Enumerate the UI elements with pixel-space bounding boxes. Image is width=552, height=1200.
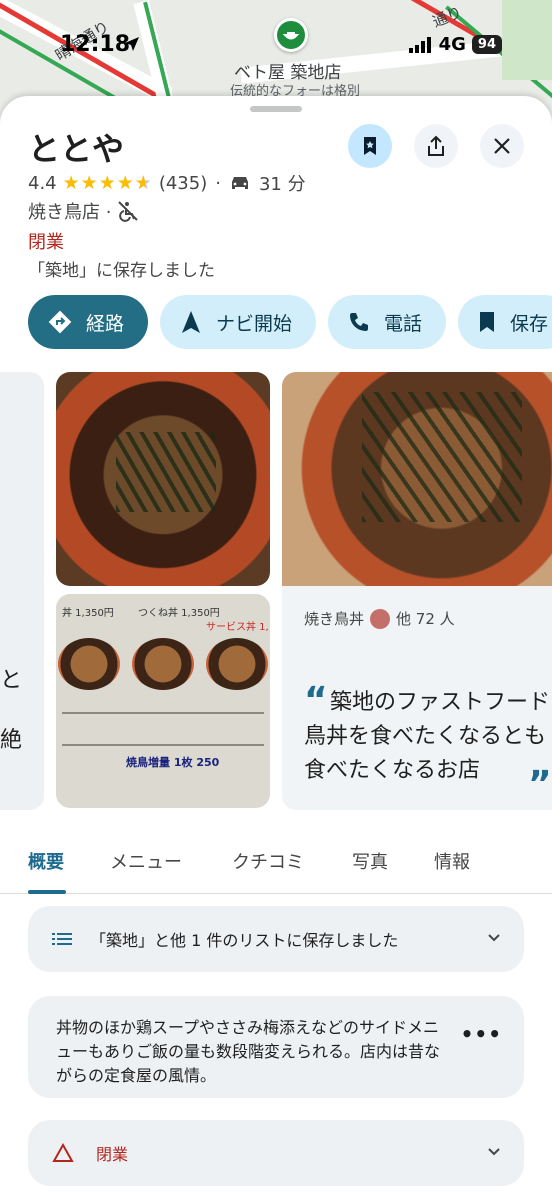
review-dish: 焼き鳥丼: [304, 610, 365, 628]
sheet-drag-handle[interactable]: [250, 106, 302, 112]
menu-line: [62, 712, 264, 714]
menu-item: サービス丼 1,: [206, 622, 269, 633]
menu-item: 丼 1,350円: [62, 608, 114, 619]
save-button[interactable]: [348, 124, 392, 168]
menu-bowl-image: [58, 638, 120, 690]
reviewer-avatar: [370, 608, 391, 629]
category-row: 焼き鳥店 ·: [28, 198, 139, 224]
chevron-down-icon: [488, 934, 500, 942]
navigation-icon: [182, 311, 201, 333]
closed-status: 閉業: [28, 232, 64, 253]
photo-food[interactable]: [56, 372, 270, 586]
directions-label: 経路: [86, 312, 125, 335]
closed-card-text: 閉業: [96, 1145, 129, 1164]
share-button[interactable]: [414, 124, 458, 168]
review-count: (435): [158, 172, 208, 194]
separator-dot: ·: [215, 172, 221, 194]
action-chips: 経路 ナビ開始 電話 保存: [28, 295, 552, 349]
menu-bowl-image: [206, 638, 268, 690]
active-tab-indicator: [28, 890, 66, 894]
review-quote: 築地のファストフード鳥丼を食べたくなるとも食べたくなるお店: [304, 686, 552, 788]
saved-note[interactable]: 「築地」に保存しました: [28, 256, 215, 281]
photo-carousel[interactable]: と 絶 丼 1,350円 つくね丼 1,350円 サービス丼 1, 焼鳥増量 1…: [0, 372, 552, 812]
previous-card-text: と: [0, 668, 23, 693]
save-chip-button[interactable]: 保存: [458, 295, 552, 349]
more-options-icon[interactable]: •••: [461, 1022, 502, 1046]
menu-extra: 焼鳥増量 1枚 250: [126, 756, 220, 769]
battery-level: 94: [471, 35, 502, 54]
tab-photos[interactable]: 写真: [352, 848, 388, 874]
call-button[interactable]: 電話: [328, 295, 447, 349]
review-tag: 焼き鳥丼 他 72 人: [304, 608, 455, 629]
menu-bowl-image: [132, 638, 194, 690]
tab-bar: 概要 メニュー クチコミ 写真 情報: [0, 844, 552, 894]
directions-button[interactable]: 経路: [28, 295, 149, 349]
close-icon: [494, 138, 510, 154]
menu-line: [62, 744, 264, 746]
no-wheelchair-icon: [118, 201, 139, 222]
saved-lists-card[interactable]: 「築地」と他 1 件のリストに保存しました: [28, 906, 524, 972]
navigation-label: ナビ開始: [216, 312, 293, 335]
review-photo: [282, 372, 552, 586]
review-card[interactable]: 焼き鳥丼 他 72 人 “ 築地のファストフード鳥丼を食べたくなるとも食べたくな…: [282, 372, 552, 810]
tab-info[interactable]: 情報: [434, 848, 470, 874]
place-category: 焼き鳥店 ·: [28, 202, 112, 223]
chevron-down-icon: [488, 1148, 500, 1156]
warning-icon: [52, 1143, 74, 1162]
tab-menu[interactable]: メニュー: [110, 848, 182, 874]
directions-icon: [48, 310, 72, 334]
call-label: 電話: [384, 312, 423, 335]
photo-menu-board[interactable]: 丼 1,350円 つくね丼 1,350円 サービス丼 1, 焼鳥増量 1枚 25…: [56, 594, 270, 808]
car-icon: [231, 177, 248, 189]
tab-reviews[interactable]: クチコミ: [232, 848, 304, 874]
previous-card-text: 絶: [0, 728, 23, 753]
review-quote-text: 築地のファストフード鳥丼を食べたくなるとも食べたくなるお店: [304, 690, 551, 783]
network-type: 4G: [438, 34, 466, 55]
location-arrow-icon: [125, 37, 139, 51]
share-icon: [428, 135, 444, 156]
phone-icon: [350, 313, 369, 331]
description-text: 丼物のほか鶏スープやささみ梅添えなどのサイドメニューもありご飯の量も数段階変えら…: [56, 1018, 441, 1085]
rating-value: 4.4: [28, 172, 57, 194]
menu-item: つくね丼 1,350円: [138, 608, 220, 619]
description-card: 丼物のほか鶏スープやささみ梅添えなどのサイドメニューもありご飯の量も数段階変えら…: [28, 996, 524, 1098]
tab-overview[interactable]: 概要: [28, 848, 64, 874]
quote-close-icon: ”: [528, 764, 552, 805]
bookmark-icon: [480, 312, 495, 332]
status-time: 12:18: [60, 32, 131, 57]
start-navigation-button[interactable]: ナビ開始: [160, 295, 317, 349]
signal-icon: [408, 36, 431, 53]
drive-time: 31 分: [258, 174, 306, 195]
saved-lists-text: 「築地」と他 1 件のリストに保存しました: [90, 931, 399, 950]
previous-card[interactable]: と 絶: [0, 372, 44, 810]
close-button[interactable]: [480, 124, 524, 168]
status-bar: 12:18 4G 94: [0, 0, 552, 90]
closed-status-card[interactable]: 閉業: [28, 1120, 524, 1186]
bookmark-icon: [364, 137, 376, 155]
star-rating-icon: ★★★★★: [63, 172, 153, 194]
place-sheet: ととや 4.4 ★★★★★ (435) · 31 分 焼き鳥店 · 閉業 「築地…: [0, 96, 552, 1200]
rating-row[interactable]: 4.4 ★★★★★ (435) · 31 分: [28, 170, 306, 196]
list-icon: [52, 933, 72, 945]
place-name: ととや: [28, 130, 125, 168]
seaweed-topping: [116, 432, 216, 512]
save-label: 保存: [510, 312, 549, 335]
seaweed-topping: [362, 392, 522, 522]
review-others: 他 72 人: [396, 610, 455, 628]
